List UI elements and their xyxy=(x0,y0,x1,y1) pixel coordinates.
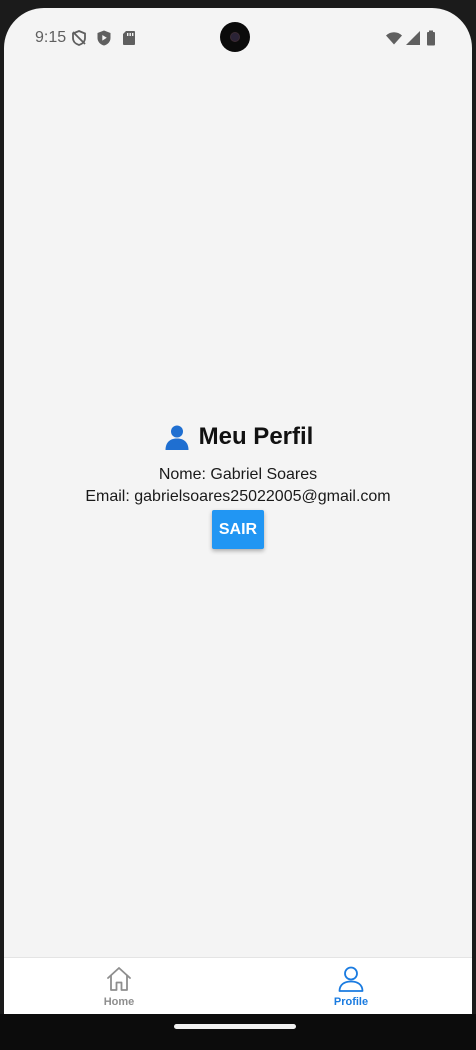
user-email: Email: gabrielsoares25022005@gmail.com xyxy=(85,488,391,505)
user-name: Nome: Gabriel Soares xyxy=(158,466,318,483)
home-icon xyxy=(107,967,131,991)
tab-home-label: Home xyxy=(103,996,135,1008)
sd-card-icon xyxy=(123,31,135,45)
person-icon xyxy=(165,425,189,450)
logout-button[interactable]: SAIR xyxy=(212,510,264,549)
battery-icon xyxy=(427,30,435,46)
gesture-nav-area xyxy=(0,1014,476,1050)
signal-icon xyxy=(406,31,420,45)
title-row: Meu Perfil xyxy=(4,422,472,452)
app-screen: 9:15 Meu Perfil Nome: Gabriel Soares Ema… xyxy=(4,8,472,1014)
status-time: 9:15 xyxy=(35,29,67,46)
page-title: Meu Perfil xyxy=(198,423,314,450)
front-camera xyxy=(220,22,250,52)
user-icon xyxy=(338,966,364,992)
wifi-icon xyxy=(386,32,402,45)
device-frame: 9:15 Meu Perfil Nome: Gabriel Soares Ema… xyxy=(0,0,476,1050)
home-gesture-handle[interactable] xyxy=(174,1024,296,1029)
play-protect-icon xyxy=(97,30,111,46)
profile-section: Meu Perfil Nome: Gabriel Soares Email: g… xyxy=(4,422,472,549)
tab-home[interactable]: Home xyxy=(59,964,179,1014)
status-bar: 9:15 xyxy=(4,8,472,68)
shield-off-icon xyxy=(72,30,86,46)
camera-lens xyxy=(231,33,239,41)
bottom-tab-bar: Home Profile xyxy=(4,957,472,1014)
tab-profile[interactable]: Profile xyxy=(291,964,411,1014)
tab-profile-label: Profile xyxy=(333,996,369,1008)
